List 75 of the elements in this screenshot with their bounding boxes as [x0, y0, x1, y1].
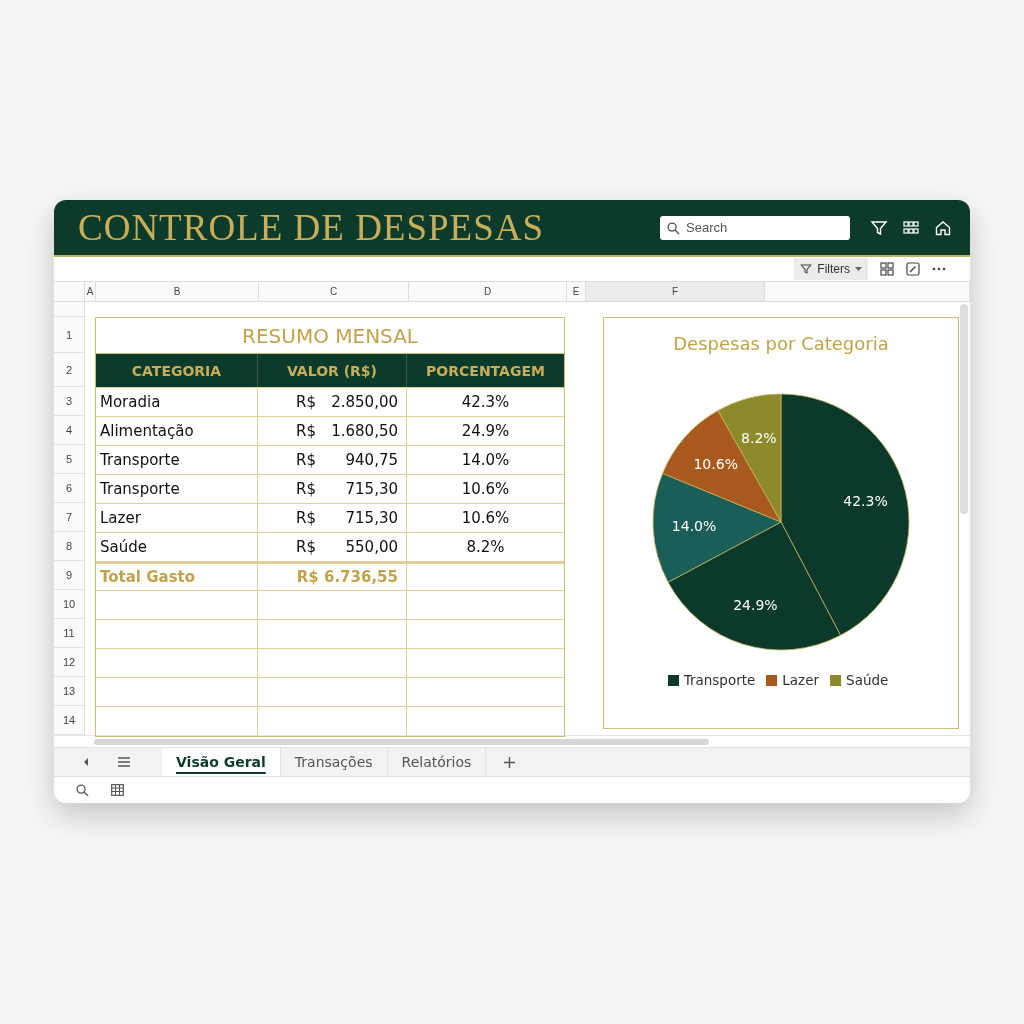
table-cell: 1.680,50 [331, 422, 398, 440]
column-header[interactable]: A [85, 282, 96, 301]
currency-symbol: R$ [296, 393, 316, 411]
table-cell-text: 14.0% [460, 450, 511, 471]
currency-symbol: R$ [296, 480, 316, 498]
search-icon[interactable] [76, 783, 89, 797]
data-label: 42.3% [843, 493, 888, 510]
more-icon[interactable] [932, 267, 946, 271]
chart-title: Despesas por Categoria [673, 333, 889, 354]
row-number[interactable]: 7 [54, 503, 84, 532]
vertical-scrollbar[interactable] [960, 304, 968, 514]
row-number[interactable]: 4 [54, 416, 84, 445]
search-field[interactable]: Search [660, 215, 850, 240]
column-heading: PORCENTAGEM [425, 361, 546, 381]
filters-button[interactable]: Filters [794, 258, 868, 280]
edit-icon[interactable] [906, 262, 920, 276]
total-label: Total Gasto [96, 564, 258, 590]
total-value: R$ 6.736,55 [258, 564, 407, 590]
filter-icon [800, 263, 813, 275]
table-cell: Saúde [96, 533, 258, 561]
row-number[interactable]: 14 [54, 706, 84, 735]
row-number[interactable]: 6 [54, 474, 84, 503]
menu-icon[interactable] [118, 757, 130, 767]
table-cell-text: 10.6% [460, 479, 511, 500]
data-label: 14.0% [671, 518, 717, 535]
column-heading: VALOR (R$) [258, 354, 407, 387]
table-cell: 940,75 [345, 451, 398, 469]
table-icon[interactable] [111, 784, 124, 796]
app-title: CONTROLE DE DESPESAS [78, 206, 546, 249]
data-label: 24.9% [733, 597, 778, 614]
table-cell-text: 8.2% [465, 537, 506, 558]
search-icon [667, 221, 680, 235]
row-number[interactable]: 1 [54, 317, 84, 353]
currency-symbol: R$ [296, 538, 316, 556]
legend-label: Saúde [846, 672, 889, 688]
column-header[interactable]: C [259, 282, 409, 301]
currency-symbol: R$ [296, 509, 316, 527]
row-number[interactable]: 10 [54, 590, 84, 619]
table-cell: Alimentação [96, 417, 258, 445]
row-number[interactable]: 5 [54, 445, 84, 474]
currency-symbol: R$ [296, 451, 316, 469]
column-header[interactable]: B [96, 282, 259, 301]
table-cell: 550,00 [345, 538, 398, 556]
table-cell: Lazer [96, 504, 258, 532]
row-number[interactable]: 9 [54, 561, 84, 590]
column-header[interactable]: F [586, 282, 765, 301]
previous-icon[interactable] [82, 757, 90, 767]
caret-icon [855, 266, 862, 272]
column-header[interactable]: D [409, 282, 567, 301]
row-number[interactable]: 12 [54, 648, 84, 677]
column-heading: CATEGORIA [96, 354, 258, 387]
table-cell: Transporte [96, 446, 258, 474]
table-cell-text: 42.3% [460, 392, 511, 413]
row-number[interactable]: 8 [54, 532, 84, 561]
table-cell: 715,30 [345, 509, 398, 527]
table-cell-text: 24.9% [460, 421, 511, 442]
table-cell: Moradia [96, 388, 258, 416]
row-number[interactable]: 2 [54, 353, 84, 387]
currency-symbol: R$ [296, 422, 316, 440]
data-label: 10.6% [693, 456, 738, 473]
grid-icon[interactable] [902, 218, 920, 237]
table-cell: 715,30 [345, 480, 398, 498]
table-cell: Transporte [96, 475, 258, 503]
row-number[interactable]: 13 [54, 677, 84, 706]
filter-icon[interactable] [870, 218, 888, 237]
sheet-tab[interactable]: Visão Geral [162, 748, 281, 776]
add-sheet-icon[interactable] [504, 756, 516, 768]
row-number[interactable]: 3 [54, 387, 84, 416]
row-number[interactable]: 11 [54, 619, 84, 648]
legend-label: Lazer [782, 672, 820, 688]
table-cell: 2.850,00 [331, 393, 398, 411]
legend-label: Transporte [683, 672, 756, 688]
table-cell-text: 10.6% [460, 508, 511, 529]
data-label: 8.2% [741, 429, 777, 446]
grid-icon[interactable] [880, 262, 894, 276]
